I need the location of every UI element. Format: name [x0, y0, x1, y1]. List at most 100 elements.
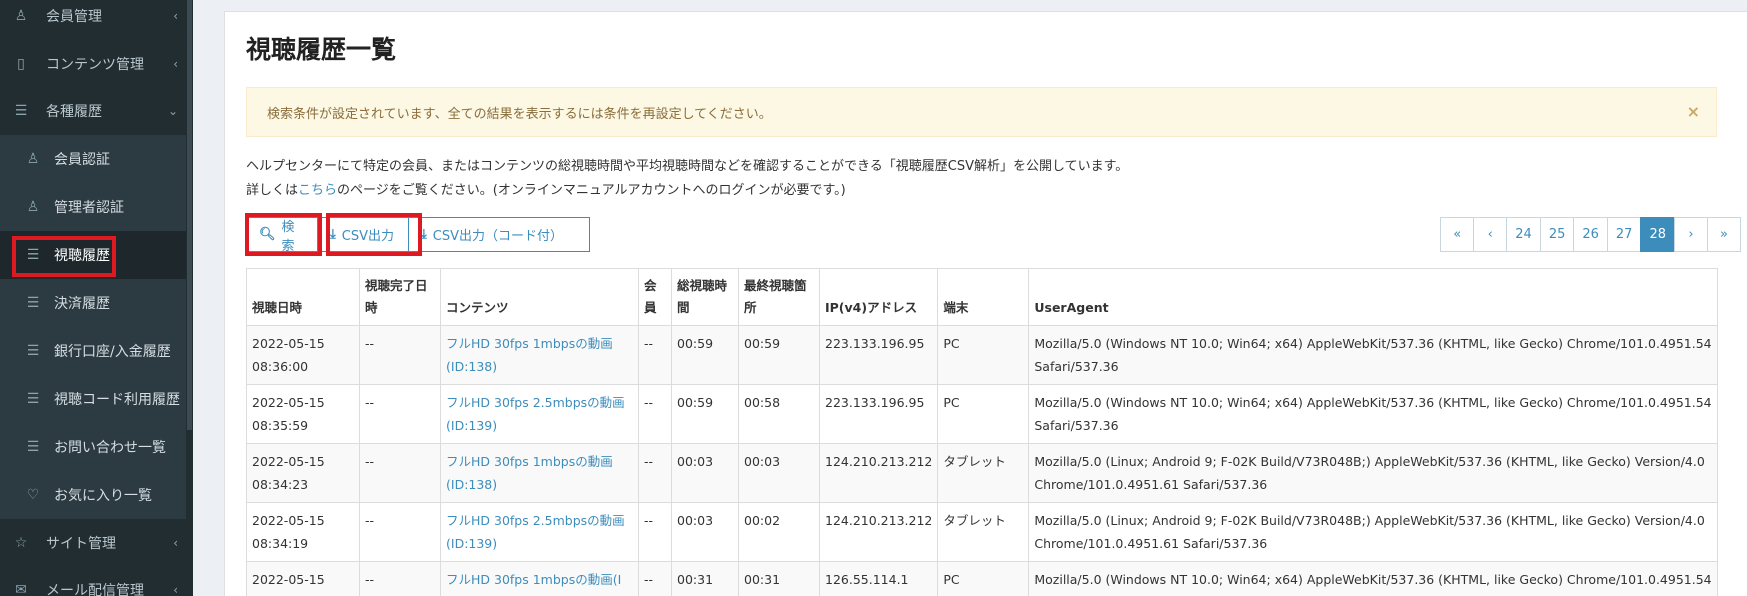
column-header[interactable]: 視聴完了日時: [359, 268, 441, 326]
user-icon: ♙: [26, 151, 40, 167]
cell-view-datetime: 2022-05-15 01:4: [246, 561, 360, 596]
table-row: 2022-05-15 01:4 -- フルHD 30fps 1mbpsの動画(I…: [246, 561, 1718, 596]
star-icon: ☆: [14, 535, 28, 551]
table-header-row: 視聴日時 視聴完了日時 コンテンツ 会員 総視聴時間 最終視聴箇所 IP(v4)…: [246, 268, 1718, 326]
chevron-left-icon: ‹: [173, 9, 178, 23]
cell-device: PC: [937, 384, 1030, 444]
page-title: 視聴履歴一覧: [246, 35, 397, 64]
column-header[interactable]: 視聴日時: [246, 268, 360, 326]
cell-last-position: 00:31: [738, 561, 820, 596]
cell-complete-datetime: --: [359, 325, 441, 385]
cell-device: タブレット: [937, 502, 1030, 562]
sidebar-item-content[interactable]: ▯ コンテンツ管理 ‹: [0, 40, 186, 88]
cell-content: フルHD 30fps 2.5mbpsの動画(ID:139): [440, 502, 639, 562]
help-note-suffix: のページをご覧ください。(オンラインマニュアルアカウントへのログインが必要です。…: [337, 183, 846, 198]
cell-content: フルHD 30fps 1mbpsの動画(ID:138): [440, 443, 639, 503]
list-icon: ☰: [14, 103, 28, 119]
cell-useragent: Mozilla/5.0 (Windows NT 10.0; Win64; x64…: [1028, 561, 1718, 596]
page-first[interactable]: «: [1440, 217, 1475, 252]
help-note-line1: ヘルプセンターにて特定の会員、またはコンテンツの総視聴時間や平均視聴時間などを確…: [246, 159, 1129, 174]
sidebar-item-label: 視聴コード利用履歴: [54, 392, 180, 408]
content-link[interactable]: フルHD 30fps 2.5mbpsの動画(ID:139): [446, 395, 625, 433]
chevron-left-icon: ‹: [173, 583, 178, 596]
cell-member: --: [638, 561, 672, 596]
page-last[interactable]: »: [1707, 217, 1741, 252]
cell-last-position: 00:59: [738, 325, 820, 385]
sidebar-item-member[interactable]: ♙ 会員管理 ‹: [0, 0, 186, 40]
cell-member: --: [638, 384, 672, 444]
page-link[interactable]: 26: [1573, 217, 1608, 252]
cell-useragent: Mozilla/5.0 (Windows NT 10.0; Win64; x64…: [1028, 325, 1718, 385]
sidebar-item-label: メール配信管理: [46, 583, 144, 596]
cell-ip: 223.133.196.95: [818, 384, 939, 444]
content-link[interactable]: フルHD 30fps 1mbpsの動画(ID:138): [446, 336, 613, 374]
cell-total-time: 00:03: [671, 443, 739, 503]
sidebar-item-history[interactable]: ☰ 各種履歴 ⌄: [0, 87, 186, 135]
content-link[interactable]: フルHD 30fps 1mbpsの動画(I: [446, 572, 621, 587]
highlight-box: [245, 213, 322, 256]
column-header[interactable]: 最終視聴箇所: [738, 268, 820, 326]
column-header[interactable]: IP(v4)アドレス: [818, 268, 939, 326]
page-link[interactable]: 24: [1506, 217, 1541, 252]
table-row: 2022-05-15 08:34:23 -- フルHD 30fps 1mbpsの…: [246, 443, 1718, 503]
cell-ip: 124.210.213.212: [818, 443, 939, 503]
cell-total-time: 00:03: [671, 502, 739, 562]
cell-ip: 124.210.213.212: [818, 502, 939, 562]
sidebar-item-admin-auth[interactable]: ♙ 管理者認証: [0, 183, 186, 231]
sidebar-item-favorites[interactable]: ♡ お気に入り一覧: [0, 471, 186, 519]
csv-export-code-button[interactable]: ⤓ CSV出力（コード付）: [408, 217, 590, 252]
table-row: 2022-05-15 08:36:00 -- フルHD 30fps 1mbpsの…: [246, 325, 1718, 385]
page-current[interactable]: 28: [1640, 217, 1675, 252]
help-note-prefix: 詳しくは: [246, 183, 299, 198]
cell-last-position: 00:03: [738, 443, 820, 503]
sidebar: ♙ 会員管理 ‹ ▯ コンテンツ管理 ‹ ☰ 各種履歴 ⌄ ♙ 会員認証 ♙ 管…: [0, 0, 193, 596]
cell-complete-datetime: --: [359, 561, 441, 596]
cell-useragent: Mozilla/5.0 (Windows NT 10.0; Win64; x64…: [1028, 384, 1718, 444]
cell-complete-datetime: --: [359, 502, 441, 562]
cell-view-datetime: 2022-05-15 08:34:23: [246, 443, 360, 503]
list-icon: ☰: [26, 391, 40, 407]
column-header[interactable]: UserAgent: [1028, 268, 1718, 326]
sidebar-item-payment-history[interactable]: ☰ 決済履歴: [0, 279, 186, 327]
close-icon[interactable]: ×: [1687, 102, 1700, 121]
table-row: 2022-05-15 08:34:19 -- フルHD 30fps 2.5mbp…: [246, 502, 1718, 562]
cell-device: PC: [937, 561, 1030, 596]
cell-content: フルHD 30fps 1mbpsの動画(I: [440, 561, 639, 596]
sidebar-item-label: お気に入り一覧: [54, 488, 152, 504]
help-link[interactable]: こちら: [298, 183, 337, 198]
sidebar-item-label: コンテンツ管理: [46, 57, 144, 73]
cell-view-datetime: 2022-05-15 08:34:19: [246, 502, 360, 562]
column-header[interactable]: コンテンツ: [440, 268, 639, 326]
sidebar-item-bank-history[interactable]: ☰ 銀行口座/入金履歴: [0, 327, 186, 375]
cell-useragent: Mozilla/5.0 (Linux; Android 9; F-02K Bui…: [1028, 443, 1718, 503]
content-link[interactable]: フルHD 30fps 1mbpsの動画(ID:138): [446, 454, 613, 492]
list-icon: ☰: [26, 343, 40, 359]
page-link[interactable]: 27: [1606, 217, 1642, 252]
cell-device: PC: [937, 325, 1030, 385]
sidebar-item-code-history[interactable]: ☰ 視聴コード利用履歴: [0, 375, 186, 423]
sidebar-scroll-thumb[interactable]: [187, 0, 192, 430]
cell-content: フルHD 30fps 2.5mbpsの動画(ID:139): [440, 384, 639, 444]
content-link[interactable]: フルHD 30fps 2.5mbpsの動画(ID:139): [446, 513, 625, 551]
column-header[interactable]: 総視聴時間: [671, 268, 739, 326]
sidebar-item-label: 会員認証: [54, 152, 110, 168]
page-link[interactable]: 25: [1539, 217, 1575, 252]
sidebar-item-label: 銀行口座/入金履歴: [54, 344, 171, 360]
column-header[interactable]: 会員: [638, 268, 672, 326]
sidebar-item-mail[interactable]: ✉ メール配信管理 ‹: [0, 566, 186, 596]
page-prev[interactable]: ‹: [1473, 217, 1508, 252]
mail-icon: ✉: [15, 582, 27, 596]
cell-total-time: 00:59: [671, 325, 739, 385]
cell-content: フルHD 30fps 1mbpsの動画(ID:138): [440, 325, 639, 385]
sidebar-item-inquiries[interactable]: ☰ お問い合わせ一覧: [0, 423, 186, 471]
column-header[interactable]: 端末: [937, 268, 1030, 326]
sidebar-item-site[interactable]: ☆ サイト管理 ‹: [0, 519, 186, 567]
page-next[interactable]: ›: [1674, 217, 1708, 252]
sidebar-item-label: 各種履歴: [46, 104, 102, 120]
content-icon: ▯: [17, 56, 25, 72]
sidebar-item-member-auth[interactable]: ♙ 会員認証: [0, 135, 186, 183]
warning-alert: 検索条件が設定されています、全ての結果を表示するには条件を再設定してください。 …: [246, 87, 1717, 137]
pagination: « ‹ 24 25 26 27 28 › »: [1440, 217, 1741, 252]
sidebar-item-label: お問い合わせ一覧: [54, 440, 166, 456]
main-content-box: 視聴履歴一覧 検索条件が設定されています、全ての結果を表示するには条件を再設定し…: [224, 11, 1747, 596]
